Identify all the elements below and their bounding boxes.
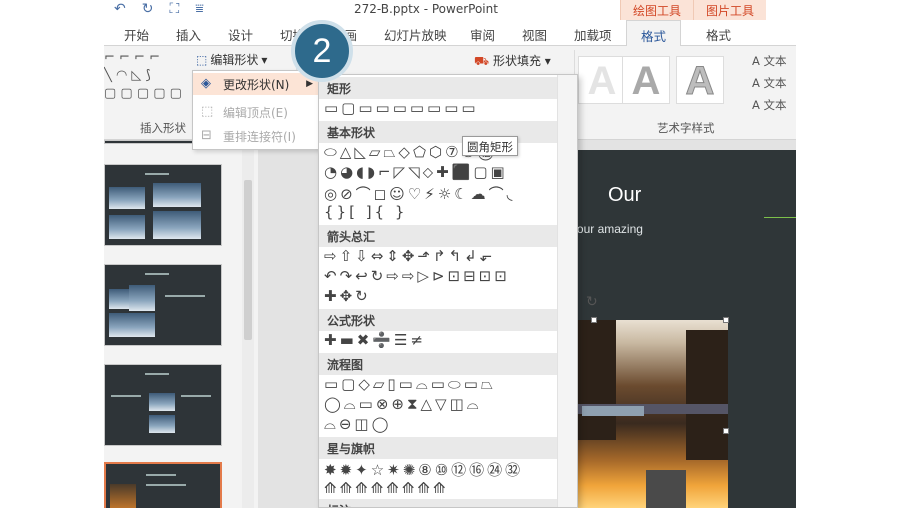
tab-view[interactable]: 视图 [522, 25, 547, 44]
section-stars-banners: 星与旗帜 [319, 437, 557, 459]
edit-shape-button[interactable]: ⬚ 编辑形状 ▾ [196, 51, 267, 68]
resize-handle[interactable] [591, 317, 597, 323]
customize-icon[interactable]: ⩸ [195, 1, 204, 17]
section-basic-shapes: 基本形状 [319, 121, 557, 143]
shape-row[interactable]: ▭▢◇▱▯▭⌓▭⬭▭⏢ [324, 375, 496, 395]
drawing-tools-label: 绘图工具 [620, 0, 694, 20]
shape-row[interactable]: ◎⊘⌒◻☺♡⚡☼☾☁⌒◟ [324, 183, 515, 203]
shape-row[interactable]: ◯⌓▭⊗⊕⧗△▽◫⌓ [324, 395, 482, 415]
tab-format-drawing[interactable]: 格式 [626, 20, 682, 47]
edit-shape-menu: ◈ 更改形状(N) ▶ ⬚ 编辑顶点(E) ⊟ 重排连接符(I) [192, 70, 320, 150]
shape-fill-button[interactable]: ⛟ 形状填充 ▾ [474, 52, 551, 70]
window-title: 272-B.pptx - PowerPoint [354, 2, 498, 16]
slideshow-icon[interactable]: ⛶ [169, 1, 179, 17]
tab-slideshow[interactable]: 幻灯片放映 [384, 25, 447, 44]
thumbnail-scrollbar[interactable] [242, 140, 254, 508]
redo-icon[interactable]: ↻ [142, 1, 154, 17]
edit-points-icon: ⬚ [201, 104, 214, 119]
shape-row[interactable]: ✚▬✖➗☰≠ [324, 331, 426, 351]
shape-row[interactable]: ⌓⊖◫◯ [324, 415, 391, 435]
shape-row[interactable]: ⇨⇧⇩⇔⇕✥⬏↱↰↲⬐ [324, 247, 495, 267]
ribbon-tab-bar: 开始 插入 设计 切换 动画 幻灯片放映 审阅 视图 加载项 格式 格式 [104, 20, 796, 47]
tab-home[interactable]: 开始 [124, 25, 149, 44]
slide-thumbnail-pane [104, 140, 258, 508]
text-fill-button[interactable]: A 文本 [752, 50, 787, 72]
insert-shapes-gallery[interactable]: ⌐ ⌐ ⌐ ⌐ ╲ ◠ ◺ ⟆ ▢ ▢ ▢ ▢ ▢ [104, 50, 190, 104]
text-effects-button[interactable]: A 文本 [752, 94, 787, 116]
chevron-down-icon: ▾ [261, 52, 268, 67]
slide-subtitle[interactable]: Your amazing [570, 222, 643, 236]
rotate-handle-icon[interactable]: ↻ [586, 294, 598, 310]
text-options: A 文本 A 文本 A 文本 [752, 50, 787, 116]
wordart-style-2[interactable]: A [622, 56, 670, 104]
train [582, 406, 644, 416]
change-shape-item[interactable]: ◈ 更改形状(N) ▶ [193, 73, 319, 95]
gallery-scrollbar[interactable] [557, 75, 577, 507]
shape-row[interactable]: ▭▢▭▭▭▭▭▭▭ [324, 99, 479, 119]
slide-thumbnail-selected[interactable] [104, 462, 222, 508]
powerpoint-window: ↶ ↻ ⛶ ⩸ 272-B.pptx - PowerPoint 绘图工具 图片工… [104, 0, 796, 508]
title-bar: ↶ ↻ ⛶ ⩸ 272-B.pptx - PowerPoint 绘图工具 图片工… [104, 0, 796, 20]
section-block-arrows: 箭头总汇 [319, 225, 557, 247]
reroute-connectors-icon: ⊟ [201, 128, 212, 143]
edit-points-item[interactable]: ⬚ 编辑顶点(E) [193, 101, 319, 123]
step-number-badge: 2 [291, 20, 353, 82]
resize-handle[interactable] [723, 317, 729, 323]
wordart-style-1[interactable]: A [578, 56, 626, 104]
change-shape-gallery: 矩形 ▭▢▭▭▭▭▭▭▭ 基本形状 ⬭△◺▱⏢◇⬠⬡⑦⑩⑫ ◔◕◖◗⌐◸◹⬦✚⬛… [318, 74, 578, 508]
shape-row[interactable]: ⟰⟰⟰⟰⟰⟰⟰⟰ [324, 479, 449, 499]
section-rectangles: 矩形 [319, 77, 557, 99]
slide-title[interactable]: Our [608, 184, 641, 207]
selected-picture[interactable] [576, 320, 728, 508]
context-tabs: 绘图工具 图片工具 [620, 0, 767, 20]
wordart-style-3[interactable]: A [676, 56, 724, 104]
insert-shapes-group-label: 插入形状 [140, 121, 186, 135]
tab-review[interactable]: 审阅 [470, 25, 495, 44]
resize-handle[interactable] [723, 428, 729, 434]
tab-insert[interactable]: 插入 [176, 25, 201, 44]
title-underline [764, 217, 796, 218]
picture-tools-label: 图片工具 [693, 0, 767, 20]
quick-access-toolbar: ↶ ↻ ⛶ ⩸ [114, 1, 204, 17]
shape-row[interactable]: ✚✥↻ [324, 287, 371, 307]
paint-bucket-icon: ⛟ [474, 54, 490, 68]
shape-row[interactable]: ◔◕◖◗⌐◸◹⬦✚⬛▢▣ [324, 163, 508, 183]
shape-tooltip: 圆角矩形 [462, 136, 518, 156]
change-shape-icon: ◈ [201, 76, 211, 91]
scrollbar-thumb[interactable] [244, 180, 252, 340]
shape-row[interactable]: ↶↷↩↻⇨⇨▷⊳⊡⊟⊡⊡ [324, 267, 510, 287]
tab-format-picture[interactable]: 格式 [706, 25, 731, 44]
section-flowchart: 流程图 [319, 353, 557, 375]
slide-thumbnail[interactable] [104, 364, 222, 446]
slide-thumbnail[interactable] [104, 264, 222, 346]
tab-addins[interactable]: 加载项 [574, 25, 612, 44]
shape-row[interactable]: ✸✹✦☆✷✺⑧⑩⑫⑯㉔㉜ [324, 459, 523, 479]
undo-icon[interactable]: ↶ [114, 1, 126, 17]
text-outline-button[interactable]: A 文本 [752, 72, 787, 94]
tab-design[interactable]: 设计 [228, 25, 253, 44]
section-callouts: 标注 [319, 499, 557, 507]
shape-row[interactable]: {}[ ]{ } [324, 203, 407, 223]
edit-shape-icon: ⬚ [196, 52, 208, 67]
wordart-group-label: 艺术字样式 [657, 121, 715, 135]
slide-thumbnail[interactable] [104, 164, 222, 246]
section-equation-shapes: 公式形状 [319, 309, 557, 331]
reroute-connectors-item[interactable]: ⊟ 重排连接符(I) [193, 125, 319, 147]
